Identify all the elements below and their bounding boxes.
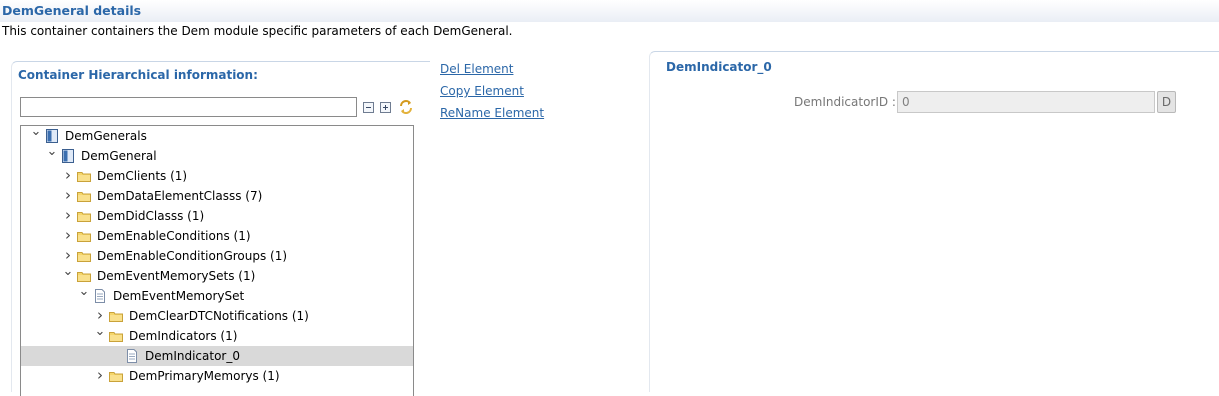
chevron-down-icon[interactable]: ⌄ bbox=[29, 126, 43, 143]
folder-icon bbox=[109, 369, 123, 383]
document-icon bbox=[93, 289, 107, 303]
folder-icon bbox=[77, 209, 91, 223]
chevron-right-icon[interactable]: › bbox=[93, 368, 107, 383]
tree-row[interactable]: › DemEnableConditionGroups (1) bbox=[21, 246, 413, 266]
tree-row[interactable]: ⌄ DemEventMemorySet bbox=[21, 285, 413, 306]
collapse-all-icon[interactable] bbox=[363, 102, 374, 113]
tree-item-label: DemClients (1) bbox=[97, 169, 188, 183]
chevron-down-icon[interactable]: ⌄ bbox=[61, 265, 75, 283]
chevron-down-icon[interactable]: ⌄ bbox=[45, 145, 59, 163]
container-hierarchy-section: Container Hierarchical information: ⌄ Dem… bbox=[11, 61, 430, 396]
tree-row[interactable]: › DemClients (1) bbox=[21, 166, 413, 186]
tree-item-label: DemDataElementClasss (7) bbox=[97, 189, 263, 203]
tree-row[interactable]: ⌄ DemEventMemorySets (1) bbox=[21, 265, 413, 286]
folder-icon bbox=[109, 309, 123, 323]
expand-all-icon[interactable] bbox=[380, 102, 391, 113]
tree-row[interactable]: › DemEnableConditions (1) bbox=[21, 226, 413, 246]
module-icon bbox=[61, 149, 75, 163]
tree-item-label: DemEventMemorySets (1) bbox=[97, 269, 256, 283]
tree-item-label: DemDidClasss (1) bbox=[97, 209, 205, 223]
folder-icon bbox=[77, 189, 91, 203]
details-header: DemGeneral details bbox=[0, 0, 1219, 22]
section-title: Container Hierarchical information: bbox=[18, 68, 258, 82]
tree-item-label: DemEventMemorySet bbox=[113, 289, 245, 303]
folder-icon bbox=[77, 169, 91, 183]
element-title: DemIndicator_0 bbox=[666, 60, 772, 74]
tree-item-label: DemIndicator_0 bbox=[145, 349, 240, 363]
chevron-right-icon[interactable]: › bbox=[61, 248, 75, 263]
folder-icon bbox=[77, 249, 91, 263]
tree-row[interactable]: › DemPrimaryMemorys (1) bbox=[21, 366, 413, 386]
tree-row[interactable]: DemIndicator_0 bbox=[21, 346, 413, 366]
module-icon bbox=[45, 129, 59, 143]
tree-row[interactable]: › DemDataElementClasss (7) bbox=[21, 186, 413, 206]
page-description: This container containers the Dem module… bbox=[2, 24, 513, 38]
tree-item-label: DemIndicators (1) bbox=[129, 329, 238, 343]
chevron-right-icon[interactable]: › bbox=[61, 168, 75, 183]
delete-element-link[interactable]: Del Element bbox=[440, 62, 513, 76]
rename-element-link[interactable]: ReName Element bbox=[440, 106, 544, 120]
chevron-right-icon[interactable]: › bbox=[61, 228, 75, 243]
tree-filter-input[interactable] bbox=[20, 97, 357, 117]
tree-row[interactable]: ⌄ DemGenerals bbox=[21, 126, 413, 146]
sync-icon[interactable] bbox=[398, 99, 414, 115]
tree-item-label: DemEnableConditions (1) bbox=[97, 229, 251, 243]
tree-row[interactable]: ⌄ DemGeneral bbox=[21, 145, 413, 166]
chevron-right-icon[interactable]: › bbox=[61, 208, 75, 223]
chevron-right-icon[interactable]: › bbox=[61, 188, 75, 203]
folder-icon bbox=[109, 329, 123, 343]
chevron-down-icon[interactable]: ⌄ bbox=[93, 325, 107, 343]
tree-item-label: DemGenerals bbox=[65, 129, 147, 143]
chevron-down-icon[interactable]: ⌄ bbox=[77, 285, 91, 303]
default-value-button[interactable]: D bbox=[1157, 91, 1176, 113]
container-tree[interactable]: ⌄ DemGenerals ⌄ DemGeneral › DemClients (1) › D… bbox=[20, 125, 414, 396]
tree-row[interactable]: ⌄ DemIndicators (1) bbox=[21, 325, 413, 346]
tree-item-label: DemPrimaryMemorys (1) bbox=[129, 369, 280, 383]
tree-row[interactable]: › DemDidClasss (1) bbox=[21, 206, 413, 226]
chevron-right-icon[interactable]: › bbox=[93, 308, 107, 323]
dem-indicator-id-field[interactable] bbox=[897, 91, 1155, 113]
folder-icon bbox=[77, 269, 91, 283]
dem-indicator-id-label: DemIndicatorID : bbox=[794, 95, 896, 109]
element-details-section: DemIndicator_0 DemIndicatorID : D bbox=[649, 51, 1219, 392]
tree-item-label: DemClearDTCNotifications (1) bbox=[129, 309, 309, 323]
copy-element-link[interactable]: Copy Element bbox=[440, 84, 524, 98]
folder-icon bbox=[77, 229, 91, 243]
document-icon bbox=[125, 349, 139, 363]
tree-item-label: DemGeneral bbox=[81, 149, 157, 163]
page-title: DemGeneral details bbox=[2, 3, 142, 18]
tree-item-label: DemEnableConditionGroups (1) bbox=[97, 249, 288, 263]
tree-row[interactable]: › DemClearDTCNotifications (1) bbox=[21, 306, 413, 326]
